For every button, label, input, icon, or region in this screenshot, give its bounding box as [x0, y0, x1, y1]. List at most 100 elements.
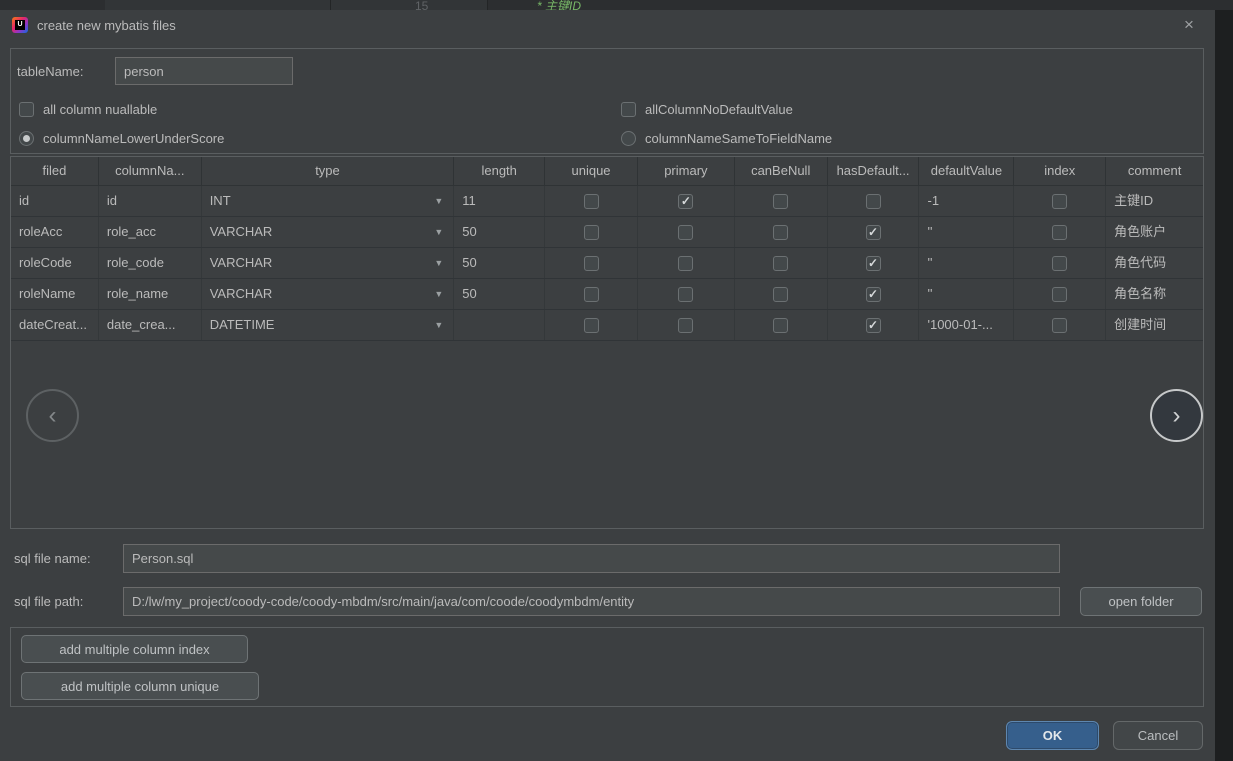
checkbox-icon — [19, 102, 34, 117]
dialog-titlebar[interactable]: U create new mybatis files × — [0, 10, 1215, 40]
ok-button[interactable]: OK — [1006, 721, 1099, 750]
cell-filed[interactable]: id — [11, 186, 99, 216]
chevron-down-icon: ▼ — [434, 279, 443, 309]
column-header-index[interactable]: index — [1014, 157, 1106, 185]
next-page-button[interactable]: › — [1150, 389, 1203, 442]
cell-filed[interactable]: roleCode — [11, 248, 99, 278]
cell-hasDefault-checkbox[interactable] — [828, 217, 920, 247]
checkbox-icon — [584, 318, 599, 333]
cell-unique-checkbox[interactable] — [545, 186, 638, 216]
cell-index-checkbox[interactable] — [1014, 279, 1106, 309]
cell-columnName[interactable]: date_crea... — [99, 310, 202, 340]
background-right-strip — [1215, 10, 1233, 761]
cell-unique-checkbox[interactable] — [545, 248, 638, 278]
cell-type-dropdown[interactable]: VARCHAR▼ — [202, 217, 455, 247]
table-name-label: tableName: — [17, 64, 83, 79]
sql-file-name-input[interactable] — [123, 544, 1060, 573]
column-header-comment[interactable]: comment — [1106, 157, 1203, 185]
cell-length[interactable]: 11 — [454, 186, 545, 216]
cell-type-dropdown[interactable]: VARCHAR ▼ — [202, 279, 455, 309]
column-header-unique[interactable]: unique — [545, 157, 638, 185]
add-multiple-column-index-button[interactable]: add multiple column index — [21, 635, 248, 663]
cell-index-checkbox[interactable] — [1014, 310, 1106, 340]
cell-defaultValue[interactable]: '' — [919, 279, 1014, 309]
cell-primary-checkbox[interactable] — [638, 217, 735, 247]
cell-index-checkbox[interactable] — [1014, 186, 1106, 216]
cell-type-dropdown[interactable]: DATETIME▼ — [202, 310, 455, 340]
cell-length[interactable] — [454, 310, 545, 340]
close-icon[interactable]: × — [1179, 15, 1199, 35]
cell-canBeNull-checkbox[interactable] — [735, 217, 828, 247]
background-editor-strip: 15 * 主键ID — [0, 0, 1233, 10]
cell-defaultValue[interactable]: -1 — [919, 186, 1014, 216]
cell-unique-checkbox[interactable] — [545, 217, 638, 247]
column-header-defaultValue[interactable]: defaultValue — [919, 157, 1014, 185]
checkbox-icon — [678, 194, 693, 209]
cell-comment[interactable]: 创建时间 — [1106, 310, 1203, 340]
type-value: VARCHAR — [210, 279, 273, 309]
cell-hasDefault-checkbox[interactable] — [828, 248, 920, 278]
checkbox-icon — [773, 256, 788, 271]
column-name-lower-underscore-radio[interactable]: columnNameLowerUnderScore — [19, 130, 224, 146]
cell-unique-checkbox[interactable] — [545, 310, 638, 340]
column-header-type[interactable]: type — [202, 157, 455, 185]
cell-defaultValue[interactable]: '' — [919, 248, 1014, 278]
cell-filed[interactable]: roleName — [11, 279, 99, 309]
cell-comment[interactable]: 主键ID — [1106, 186, 1203, 216]
table-name-input[interactable] — [115, 57, 293, 85]
add-multiple-column-unique-button[interactable]: add multiple column unique — [21, 672, 259, 700]
cell-length[interactable]: 50 — [454, 217, 545, 247]
background-editor-text: * 主键ID — [537, 0, 581, 10]
checkbox-icon — [1052, 225, 1067, 240]
cell-primary-checkbox[interactable] — [638, 248, 735, 278]
column-header-columnName[interactable]: columnNa... — [99, 157, 202, 185]
cell-canBeNull-checkbox[interactable] — [735, 279, 828, 309]
cell-length[interactable]: 50 — [454, 248, 545, 278]
cell-columnName[interactable]: role_code — [99, 248, 202, 278]
open-folder-button[interactable]: open folder — [1080, 587, 1202, 616]
checkbox-icon — [584, 225, 599, 240]
cell-comment[interactable]: 角色代码 — [1106, 248, 1203, 278]
cell-columnName[interactable]: role_acc — [99, 217, 202, 247]
cell-unique-checkbox[interactable] — [545, 279, 638, 309]
cell-primary-checkbox[interactable] — [638, 186, 735, 216]
cell-index-checkbox[interactable] — [1014, 217, 1106, 247]
cell-comment[interactable]: 角色名称 — [1106, 279, 1203, 309]
cell-canBeNull-checkbox[interactable] — [735, 248, 828, 278]
cell-hasDefault-checkbox[interactable] — [828, 186, 920, 216]
cell-index-checkbox[interactable] — [1014, 248, 1106, 278]
all-column-no-default-checkbox[interactable]: allColumnNoDefaultValue — [621, 101, 793, 117]
cell-columnName[interactable]: id — [99, 186, 202, 216]
chevron-down-icon: ▼ — [434, 248, 443, 278]
chevron-down-icon: ▼ — [434, 310, 443, 340]
cell-type-dropdown[interactable]: VARCHAR▼ — [202, 248, 455, 278]
cell-canBeNull-checkbox[interactable] — [735, 186, 828, 216]
cell-type-dropdown[interactable]: INT▼ — [202, 186, 455, 216]
column-header-hasDefault[interactable]: hasDefault... — [828, 157, 920, 185]
cell-defaultValue[interactable]: '' — [919, 217, 1014, 247]
cell-hasDefault-checkbox[interactable] — [828, 310, 920, 340]
chevron-right-icon: › — [1173, 402, 1181, 430]
sql-file-path-input[interactable] — [123, 587, 1060, 616]
cell-length[interactable]: 50 — [454, 279, 545, 309]
column-name-same-to-field-radio[interactable]: columnNameSameToFieldName — [621, 130, 832, 146]
cell-defaultValue[interactable]: '1000-01-... — [919, 310, 1014, 340]
cell-comment[interactable]: 角色账户 — [1106, 217, 1203, 247]
column-header-length[interactable]: length — [454, 157, 545, 185]
chevron-down-icon: ▼ — [434, 186, 443, 216]
cell-columnName[interactable]: role_name — [99, 279, 202, 309]
column-header-filed[interactable]: filed — [11, 157, 99, 185]
all-column-nullable-checkbox[interactable]: all column nuallable — [19, 101, 157, 117]
cell-canBeNull-checkbox[interactable] — [735, 310, 828, 340]
column-header-primary[interactable]: primary — [638, 157, 735, 185]
cell-hasDefault-checkbox[interactable] — [828, 279, 920, 309]
cell-primary-checkbox[interactable] — [638, 310, 735, 340]
table-row: roleNamerole_name VARCHAR ▼ 50 '' 角色名称 — [11, 279, 1203, 310]
cancel-button[interactable]: Cancel — [1113, 721, 1203, 750]
checkbox-icon — [678, 225, 693, 240]
cell-filed[interactable]: roleAcc — [11, 217, 99, 247]
previous-page-button[interactable]: ‹ — [26, 389, 79, 442]
column-header-canBeNull[interactable]: canBeNull — [735, 157, 828, 185]
cell-filed[interactable]: dateCreat... — [11, 310, 99, 340]
cell-primary-checkbox[interactable] — [638, 279, 735, 309]
